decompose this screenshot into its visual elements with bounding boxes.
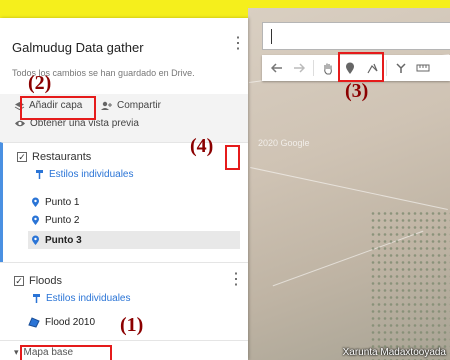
annotation-label: (3) xyxy=(345,80,369,102)
add-person-icon xyxy=(101,101,112,110)
share-label: Compartir xyxy=(117,100,161,111)
share-button[interactable]: Compartir xyxy=(100,100,161,111)
paint-roller-icon xyxy=(33,294,40,303)
layer-style-link[interactable]: Estilos individuales xyxy=(32,293,131,304)
layer-header[interactable]: ✓ Floods xyxy=(14,275,62,287)
annotation-box-base-map xyxy=(20,345,112,360)
directions-icon xyxy=(396,63,406,73)
list-item[interactable]: Punto 2 xyxy=(31,215,79,226)
redo-icon xyxy=(294,63,305,73)
toolbar-divider xyxy=(386,60,387,76)
layer-name: Restaurants xyxy=(32,151,92,163)
undo-icon xyxy=(271,63,282,73)
item-label: Punto 1 xyxy=(45,197,80,208)
undo-button[interactable] xyxy=(266,57,288,79)
chevron-down-icon[interactable]: ▾ xyxy=(14,347,19,358)
marker-icon xyxy=(32,235,39,245)
layer-visibility-checkbox[interactable]: ✓ xyxy=(17,152,27,162)
marker-icon xyxy=(32,197,39,207)
annotation-label: (1) xyxy=(120,314,144,336)
redo-button[interactable] xyxy=(288,57,310,79)
layer-restaurants: ✓ Restaurants Estilos individuales Punto… xyxy=(0,142,248,262)
text-caret xyxy=(271,29,272,44)
marker-icon xyxy=(32,215,39,225)
map-title[interactable]: Galmudug Data gather xyxy=(12,40,144,55)
annotation-box-add-layer xyxy=(20,96,96,120)
measure-button[interactable] xyxy=(412,57,434,79)
map-watermark: 2020 Google xyxy=(258,138,310,148)
list-item-selected[interactable]: Punto 3 xyxy=(28,231,240,249)
map-road xyxy=(250,167,448,210)
list-item[interactable]: Punto 1 xyxy=(31,197,79,208)
layer-header[interactable]: ✓ Restaurants xyxy=(17,151,91,163)
more-vert-icon[interactable]: ⋮ xyxy=(230,36,246,52)
layer-name: Floods xyxy=(29,275,63,287)
map-vegetation xyxy=(370,210,450,360)
item-label: Punto 3 xyxy=(45,234,82,246)
layer-visibility-checkbox[interactable]: ✓ xyxy=(14,276,24,286)
annotation-label: (4) xyxy=(190,135,214,157)
annotation-box-toolbar xyxy=(338,52,384,82)
layer-style-label: Estilos individuales xyxy=(49,169,134,180)
directions-button[interactable] xyxy=(390,57,412,79)
paint-roller-icon xyxy=(36,170,43,179)
search-input[interactable] xyxy=(262,22,450,50)
pan-hand-button[interactable] xyxy=(317,57,339,79)
ruler-icon xyxy=(416,64,430,72)
item-label: Punto 2 xyxy=(45,215,80,226)
annotation-box-layer-options xyxy=(225,145,240,170)
annotation-label: (2) xyxy=(28,72,52,94)
map-place-label: Xarunta Madaxtooyada xyxy=(342,347,446,358)
hand-icon xyxy=(324,63,332,74)
toolbar-divider xyxy=(313,60,314,76)
eye-icon xyxy=(15,120,25,127)
layer-style-link[interactable]: Estilos individuales xyxy=(35,169,134,180)
layer-options-icon[interactable]: ⋮ xyxy=(228,269,244,289)
item-label: Flood 2010 xyxy=(45,317,96,328)
polygon-icon xyxy=(28,317,40,328)
layers-panel: Galmudug Data gather ⋮ Todos los cambios… xyxy=(0,18,248,360)
layer-style-label: Estilos individuales xyxy=(46,293,131,304)
list-item[interactable]: Flood 2010 xyxy=(28,317,95,328)
